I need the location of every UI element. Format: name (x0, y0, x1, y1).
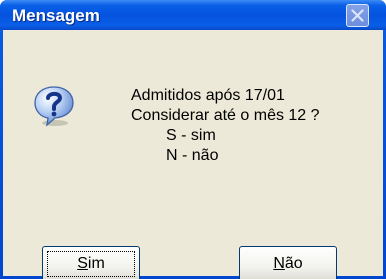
no-button-access-key: N (273, 255, 285, 272)
no-button[interactable]: Não (239, 246, 337, 279)
close-button[interactable] (346, 4, 369, 27)
yes-button-label-rest: im (87, 255, 105, 272)
no-button-label-rest: ão (284, 255, 303, 272)
option-no-text: N - não (166, 147, 219, 164)
message-line-2: Considerar até o mês 12 ? (131, 107, 320, 124)
title-bar[interactable]: Mensagem (0, 0, 386, 30)
window-title: Mensagem (12, 6, 100, 25)
dialog-body: Admitidos após 17/01 Considerar até o mê… (3, 30, 383, 279)
close-icon (351, 9, 364, 22)
message-line-1: Admitidos após 17/01 (131, 87, 285, 104)
message-text: Admitidos após 17/01 Considerar até o mê… (131, 86, 320, 166)
option-yes-text: S - sim (166, 127, 216, 144)
yes-button[interactable]: Sim (42, 246, 140, 279)
question-icon (34, 86, 74, 127)
message-dialog: Mensagem Admitidos após 17/01 Considerar… (0, 0, 386, 279)
yes-button-access-key: S (77, 255, 88, 272)
